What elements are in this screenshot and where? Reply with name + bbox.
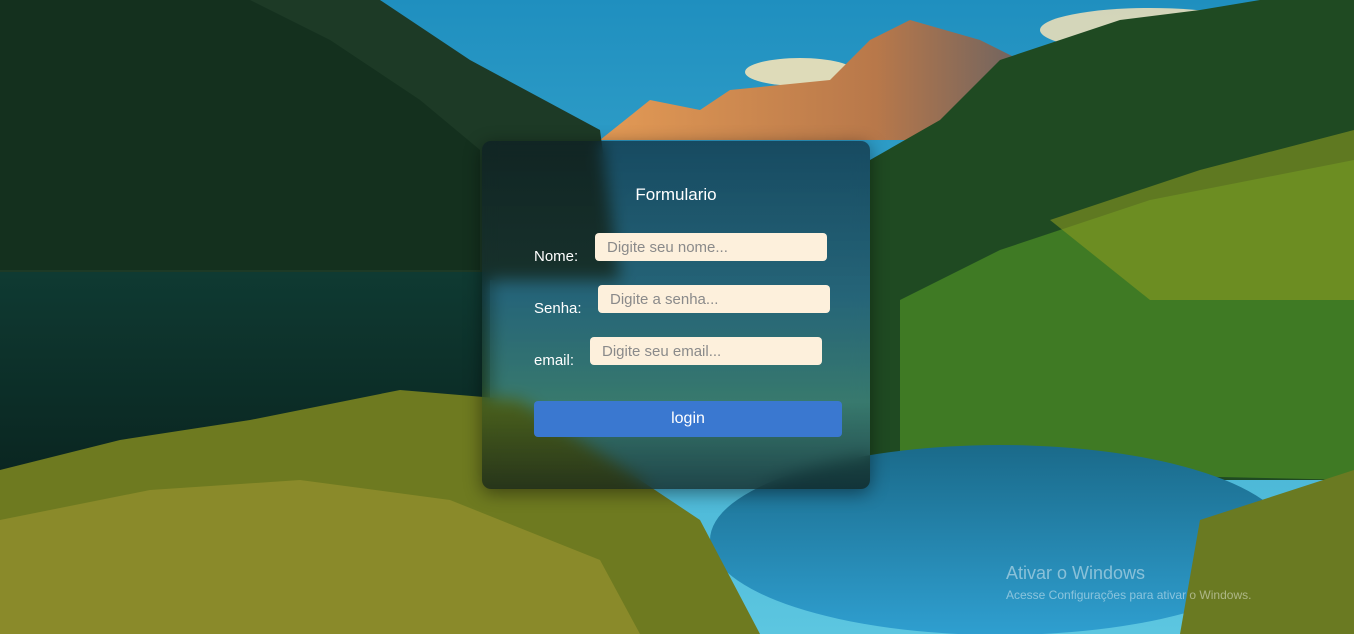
login-button[interactable]: login <box>534 401 842 437</box>
password-label: Senha: <box>534 300 582 317</box>
windows-activation-watermark: Ativar o Windows Acesse Configurações pa… <box>1006 563 1251 602</box>
form-title: Formulario <box>635 185 717 204</box>
watermark-subtitle: Acesse Configurações para ativar o Windo… <box>1006 588 1252 602</box>
email-input[interactable] <box>590 337 822 365</box>
email-label: email: <box>534 352 575 369</box>
login-form-card: Formulario Nome: Senha: email: login <box>482 141 870 489</box>
password-input[interactable] <box>598 285 830 313</box>
watermark-title: Ativar o Windows <box>1006 563 1146 583</box>
name-input[interactable] <box>595 233 827 261</box>
name-label: Nome: <box>534 248 579 265</box>
